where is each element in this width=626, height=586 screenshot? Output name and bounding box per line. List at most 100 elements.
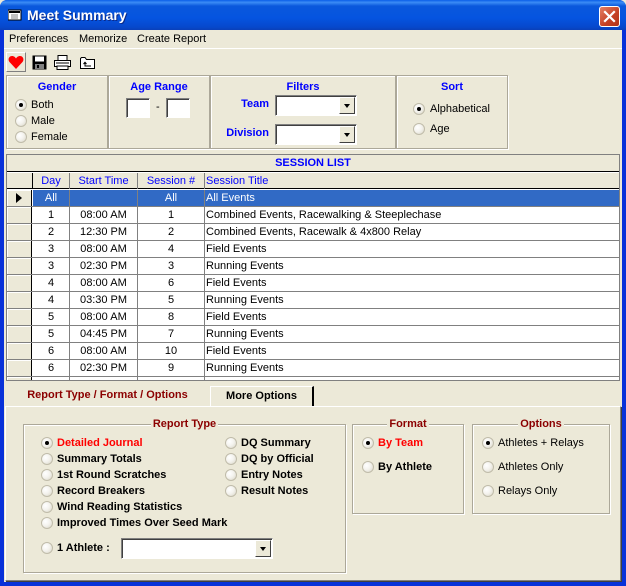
cell-session-title: Field Events bbox=[206, 277, 267, 289]
sort-age-radio[interactable] bbox=[413, 123, 425, 135]
cell-session-number bbox=[138, 377, 205, 380]
window-title: Meet Summary bbox=[27, 7, 127, 23]
report-summary-totals-radio[interactable] bbox=[41, 453, 53, 465]
cell-session-number: 2 bbox=[138, 224, 205, 240]
row-selector[interactable] bbox=[7, 360, 32, 376]
session-row[interactable]: 2 12:30 PM 2 Combined Events, Racewalk & 4x… bbox=[7, 224, 619, 241]
report-entry-notes-radio[interactable] bbox=[225, 469, 237, 481]
format-by-team-radio[interactable] bbox=[362, 437, 374, 449]
row-selector[interactable] bbox=[7, 190, 32, 206]
session-row[interactable]: All All All Events bbox=[7, 190, 619, 207]
gender-both-radio[interactable] bbox=[15, 99, 27, 111]
division-label: Division bbox=[226, 127, 269, 139]
tab-panel: Report Type Detailed Journal Summary Tot… bbox=[5, 406, 621, 581]
report-dq-summary-radio[interactable] bbox=[225, 437, 237, 449]
format-group: Format By Team By Athlete bbox=[352, 418, 464, 514]
row-selector[interactable] bbox=[7, 309, 32, 325]
meet-summary-window: Meet Summary Preferences Memorize Create… bbox=[0, 0, 626, 586]
report-one-athlete-radio[interactable] bbox=[41, 542, 53, 554]
report-dq-by-official-radio[interactable] bbox=[225, 453, 237, 465]
tab-more-options[interactable]: More Options bbox=[210, 386, 314, 406]
cell-session-title: Field Events bbox=[206, 311, 267, 323]
report-improved-times-label: Improved Times Over Seed Mark bbox=[57, 517, 228, 529]
options-relays-only-radio[interactable] bbox=[482, 485, 494, 497]
chevron-down-icon[interactable] bbox=[339, 126, 355, 143]
folder-up-icon bbox=[79, 56, 95, 69]
cell-start-time: 08:00 AM bbox=[70, 343, 138, 359]
menu-preferences[interactable]: Preferences bbox=[9, 33, 68, 45]
options-athletes-relays-radio[interactable] bbox=[482, 437, 494, 449]
athlete-dropdown[interactable] bbox=[121, 538, 273, 559]
session-row[interactable]: 4 08:00 AM 6 Field Events bbox=[7, 275, 619, 292]
division-dropdown[interactable] bbox=[275, 124, 357, 145]
toolbar bbox=[4, 50, 622, 74]
session-row[interactable]: 3 08:00 AM 4 Field Events bbox=[7, 241, 619, 258]
chevron-down-icon[interactable] bbox=[339, 97, 355, 114]
session-row[interactable]: 1 08:00 AM 1 Combined Events, Racewalking &… bbox=[7, 207, 619, 224]
save-button[interactable] bbox=[29, 52, 49, 72]
options-athletes-only-radio[interactable] bbox=[482, 461, 494, 473]
cell-session-number: 10 bbox=[138, 343, 205, 359]
chevron-down-icon[interactable] bbox=[255, 540, 271, 557]
gender-female-label: Female bbox=[31, 131, 68, 143]
age-from-input[interactable] bbox=[126, 98, 150, 118]
format-by-athlete-radio[interactable] bbox=[362, 461, 374, 473]
session-row[interactable]: 4 03:30 PM 5 Running Events bbox=[7, 292, 619, 309]
tab-report-type-format-options[interactable]: Report Type / Format / Options bbox=[6, 385, 209, 406]
report-result-notes-radio[interactable] bbox=[225, 485, 237, 497]
close-button[interactable] bbox=[599, 6, 620, 27]
age-range-group: Age Range - bbox=[108, 75, 210, 149]
printer-icon bbox=[53, 54, 71, 70]
session-row[interactable]: 5 08:00 AM 8 Field Events bbox=[7, 309, 619, 326]
cell-start-time: 02:30 PM bbox=[70, 258, 138, 274]
row-selector[interactable] bbox=[7, 258, 32, 274]
options-athletes-only-label: Athletes Only bbox=[498, 461, 564, 473]
filters-group: Filters Team Division bbox=[210, 75, 396, 149]
cell-session-title: Running Events bbox=[206, 362, 284, 374]
menu-memorize[interactable]: Memorize bbox=[79, 33, 127, 45]
report-entry-notes-label: Entry Notes bbox=[241, 469, 303, 481]
gender-female-radio[interactable] bbox=[15, 131, 27, 143]
column-day[interactable]: Day bbox=[33, 173, 70, 189]
row-selector[interactable] bbox=[7, 275, 32, 291]
report-record-breakers-radio[interactable] bbox=[41, 485, 53, 497]
cell-start-time: 02:30 PM bbox=[70, 360, 138, 376]
cell-session-title: Running Events bbox=[206, 328, 284, 340]
report-improved-times-radio[interactable] bbox=[41, 517, 53, 529]
column-session-number[interactable]: Session # bbox=[138, 173, 205, 189]
report-wind-reading-radio[interactable] bbox=[41, 501, 53, 513]
column-session-title[interactable]: Session Title bbox=[205, 173, 619, 189]
session-row[interactable]: 3 02:30 PM 3 Running Events bbox=[7, 258, 619, 275]
gender-male-radio[interactable] bbox=[15, 115, 27, 127]
row-selector[interactable] bbox=[7, 292, 32, 308]
cell-session-title: Field Events bbox=[206, 243, 267, 255]
team-dropdown[interactable] bbox=[275, 95, 357, 116]
print-button[interactable] bbox=[52, 52, 72, 72]
cell-session-number: 7 bbox=[138, 326, 205, 342]
session-list-grid[interactable]: SESSION LIST Day Start Time Session # Se… bbox=[6, 154, 620, 381]
title-bar[interactable]: Meet Summary bbox=[0, 0, 626, 30]
cell-session-number: All bbox=[138, 190, 205, 206]
row-selector[interactable] bbox=[7, 224, 32, 240]
sort-alphabetical-radio[interactable] bbox=[413, 103, 425, 115]
options-athletes-relays-label: Athletes + Relays bbox=[498, 437, 584, 449]
age-to-input[interactable] bbox=[166, 98, 190, 118]
row-selector[interactable] bbox=[7, 207, 32, 223]
session-row[interactable]: 5 04:45 PM 7 Running Events bbox=[7, 326, 619, 343]
cell-start-time: 08:00 AM bbox=[70, 275, 138, 291]
row-selector[interactable] bbox=[7, 326, 32, 342]
row-selector[interactable] bbox=[7, 343, 32, 359]
session-row[interactable]: 6 08:00 AM 10 Field Events bbox=[7, 343, 619, 360]
cell-session-number: 6 bbox=[138, 275, 205, 291]
row-selector[interactable] bbox=[7, 241, 32, 257]
menu-create-report[interactable]: Create Report bbox=[137, 33, 206, 45]
favorite-button[interactable] bbox=[6, 52, 26, 72]
gender-title: Gender bbox=[37, 81, 77, 93]
session-row[interactable]: 6 02:30 PM 9 Running Events bbox=[7, 360, 619, 377]
column-start-time[interactable]: Start Time bbox=[70, 173, 138, 189]
cell-session-title: Combined Events, Racewalking & Steeplech… bbox=[206, 209, 442, 221]
open-folder-button[interactable] bbox=[77, 52, 97, 72]
report-detailed-journal-radio[interactable] bbox=[41, 437, 53, 449]
report-first-round-scratches-radio[interactable] bbox=[41, 469, 53, 481]
cell-day: 3 bbox=[33, 241, 70, 257]
